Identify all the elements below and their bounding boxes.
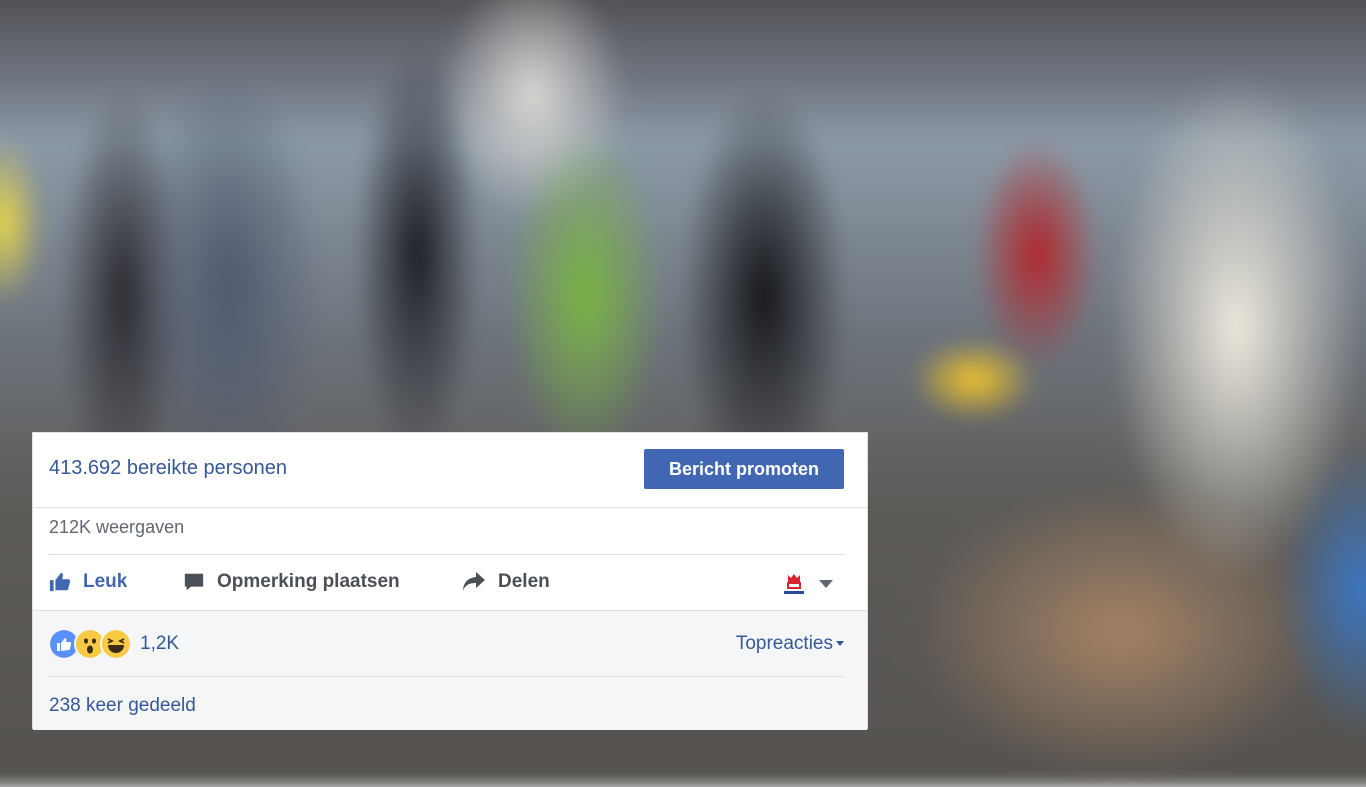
- haha-reaction-icon: [100, 628, 132, 660]
- top-reactions-label: Topreacties: [735, 633, 833, 654]
- like-button[interactable]: Leuk: [49, 555, 127, 609]
- promote-post-button[interactable]: Bericht promoten: [644, 449, 844, 489]
- share-arrow-icon: [463, 572, 485, 591]
- top-reactions-dropdown[interactable]: Topreacties: [736, 633, 844, 655]
- caret-down-icon: [836, 641, 844, 646]
- page-selector[interactable]: [781, 571, 833, 597]
- reach-row: 413.692 bereikte personen Bericht promot…: [33, 433, 867, 508]
- share-label: Delen: [498, 571, 550, 592]
- divider: [49, 676, 844, 677]
- post-engagement-panel: 413.692 bereikte personen Bericht promot…: [32, 432, 868, 730]
- reactions-footer: 1,2K Topreacties 238 keer gedeeld: [33, 610, 867, 730]
- like-label: Leuk: [83, 571, 128, 592]
- comment-label: Opmerking plaatsen: [217, 571, 400, 592]
- views-count: 212K weergaven: [49, 517, 185, 537]
- comment-icon: [184, 573, 204, 591]
- page-logo-icon: [781, 571, 807, 597]
- reach-link[interactable]: 413.692 bereikte personen: [49, 457, 287, 480]
- comment-button[interactable]: Opmerking plaatsen: [183, 555, 400, 609]
- action-bar: Leuk Opmerking plaatsen Delen: [49, 554, 844, 610]
- chevron-down-icon: [819, 580, 833, 588]
- share-button[interactable]: Delen: [462, 555, 550, 609]
- thumbs-up-icon: [49, 572, 71, 592]
- reactions-summary[interactable]: 1,2K: [48, 628, 179, 660]
- page-avatar: [781, 571, 807, 597]
- reaction-count: 1,2K: [140, 633, 180, 654]
- shares-count-link[interactable]: 238 keer gedeeld: [49, 695, 196, 717]
